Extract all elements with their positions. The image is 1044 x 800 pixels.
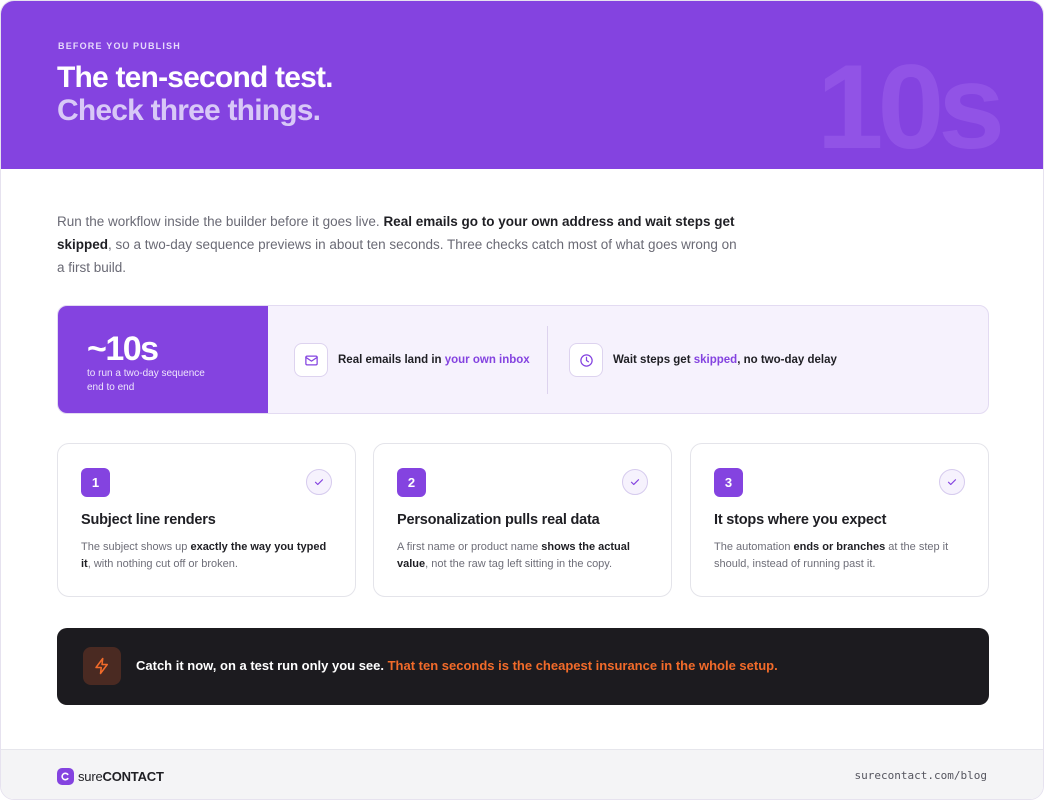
stats-divider <box>547 326 548 394</box>
stats-big-number: ~10s <box>87 330 159 368</box>
feature-wait-text: Wait steps get skipped, no two-day delay <box>613 354 837 366</box>
checkmark-icon <box>306 469 332 495</box>
hero-title-line1: The ten-second test. <box>57 61 334 94</box>
footer-url-link[interactable]: surecontact.com/blog <box>855 769 987 782</box>
feature-inbox-text: Real emails land in your own inbox <box>338 354 530 366</box>
clock-icon <box>569 343 603 377</box>
feature-wait-text-before: Wait steps get <box>613 354 694 366</box>
check-body-text: The automation <box>714 541 794 553</box>
check-title: Subject line renders <box>81 512 216 528</box>
check-card-2: 2 Personalization pulls real data A firs… <box>373 443 672 597</box>
check-number-badge: 2 <box>397 468 426 497</box>
feature-wait-highlight: skipped <box>693 354 738 366</box>
feature-wait-text-after: , no two-day delay <box>737 354 837 366</box>
checkmark-icon <box>622 469 648 495</box>
check-body-text: A first name or product name <box>397 541 542 553</box>
intro-text-2: , so a two-day sequence previews in abou… <box>57 237 737 275</box>
check-card-3: 3 It stops where you expect The automati… <box>690 443 989 597</box>
mail-icon <box>294 343 328 377</box>
callout-highlight: That ten seconds is the cheapest insuran… <box>387 658 778 673</box>
feature-inbox-highlight: your own inbox <box>444 354 530 366</box>
hero-title-line2: Check three things. <box>57 94 321 127</box>
intro-text-1: Run the workflow inside the builder befo… <box>57 214 384 229</box>
intro-paragraph: Run the workflow inside the builder befo… <box>57 210 737 279</box>
infographic-card: 10s BEFORE YOU PUBLISH The ten-second te… <box>0 0 1044 800</box>
feature-inbox-text-before: Real emails land in <box>338 354 445 366</box>
check-body-text: The subject shows up <box>81 541 191 553</box>
brand-logo-word1: sure <box>78 768 103 784</box>
brand-logo-icon <box>57 767 74 785</box>
check-body-text: , not the raw tag left sitting in the co… <box>425 558 613 570</box>
hero-header: 10s BEFORE YOU PUBLISH The ten-second te… <box>1 1 1043 169</box>
callout-text: Catch it now, on a test run only you see… <box>136 658 778 673</box>
stats-band: ~10s to run a two-day sequence end to en… <box>57 305 989 414</box>
check-card-1: 1 Subject line renders The subject shows… <box>57 443 356 597</box>
hero-eyebrow: BEFORE YOU PUBLISH <box>58 41 181 51</box>
checkmark-icon <box>939 469 965 495</box>
stats-highlight-panel: ~10s to run a two-day sequence end to en… <box>58 306 268 413</box>
hero-title: The ten-second test. Check three things. <box>57 61 334 127</box>
brand-logo[interactable]: sure CONTACT <box>57 766 164 786</box>
callout-banner: Catch it now, on a test run only you see… <box>57 628 989 705</box>
lightning-icon <box>83 647 121 685</box>
check-number-badge: 3 <box>714 468 743 497</box>
brand-logo-word2: CONTACT <box>102 768 164 784</box>
feature-wait: Wait steps get skipped, no two-day delay <box>569 343 837 377</box>
check-body-text: , with nothing cut off or broken. <box>87 558 238 570</box>
hero-watermark: 10s <box>816 40 1005 169</box>
check-title: Personalization pulls real data <box>397 512 600 528</box>
check-body: The subject shows up exactly the way you… <box>81 539 337 573</box>
check-body: The automation ends or branches at the s… <box>714 539 970 573</box>
check-body: A first name or product name shows the a… <box>397 539 653 573</box>
check-number-badge: 1 <box>81 468 110 497</box>
footer: sure CONTACT surecontact.com/blog <box>1 749 1043 799</box>
check-body-bold: ends or branches <box>793 541 886 553</box>
stats-caption: to run a two-day sequence end to end <box>87 368 205 393</box>
check-title: It stops where you expect <box>714 512 887 528</box>
callout-text-main: Catch it now, on a test run only you see… <box>136 658 388 673</box>
feature-inbox: Real emails land in your own inbox <box>294 343 530 377</box>
